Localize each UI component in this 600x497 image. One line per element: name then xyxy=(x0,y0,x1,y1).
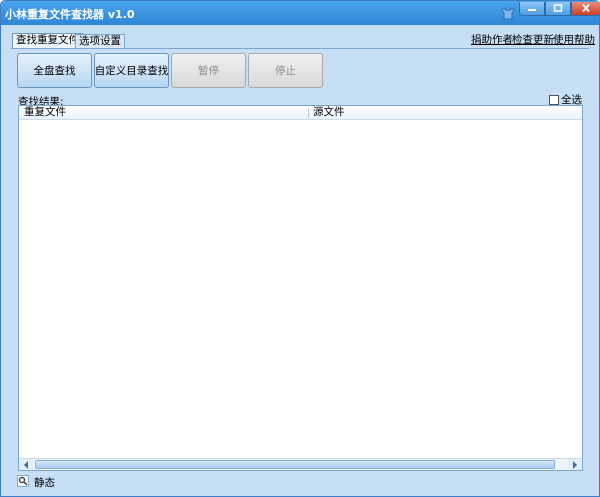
column-header-source[interactable]: 源文件 xyxy=(313,106,345,120)
close-icon xyxy=(581,2,591,15)
close-button[interactable] xyxy=(571,2,600,16)
minimize-icon xyxy=(527,2,537,15)
results-list[interactable]: 重复文件 源文件 xyxy=(18,105,583,471)
window-controls xyxy=(519,2,600,16)
window-title: 小林重复文件查找器 v1.0 xyxy=(5,8,135,21)
tab-find-duplicates[interactable]: 查找重复文件 xyxy=(12,33,83,49)
scrollbar-thumb[interactable] xyxy=(35,460,555,469)
status-bar: 静态 xyxy=(17,474,55,490)
column-header-duplicate[interactable]: 重复文件 xyxy=(24,106,66,120)
checkbox-box[interactable] xyxy=(549,94,559,105)
custom-dir-button[interactable]: 自定义目录查找 xyxy=(94,53,169,88)
check-update-link[interactable]: 检查更新 xyxy=(512,32,554,47)
title-bar[interactable]: 小林重复文件查找器 v1.0 xyxy=(1,1,600,25)
scan-all-button[interactable]: 全盘查找 xyxy=(17,53,92,88)
tab-options[interactable]: 选项设置 xyxy=(75,34,125,48)
status-text: 静态 xyxy=(34,476,55,489)
magnifier-icon xyxy=(17,474,29,490)
tab-divider xyxy=(11,48,589,49)
maximize-icon xyxy=(553,2,563,15)
skin-icon[interactable] xyxy=(500,5,516,21)
pause-button[interactable]: 暂停 xyxy=(171,53,246,88)
horizontal-scrollbar[interactable] xyxy=(19,458,582,470)
column-separator[interactable] xyxy=(308,108,309,118)
scroll-left-icon[interactable] xyxy=(19,459,33,470)
stop-button[interactable]: 停止 xyxy=(248,53,323,88)
scroll-right-icon[interactable] xyxy=(568,459,582,470)
list-header: 重复文件 源文件 xyxy=(19,106,582,120)
donate-link[interactable]: 捐助作者 xyxy=(471,32,513,47)
help-link[interactable]: 使用帮助 xyxy=(553,32,595,47)
maximize-button[interactable] xyxy=(545,2,571,16)
app-window: 小林重复文件查找器 v1.0 查找重复文件 选项设置 捐助作者 检查更新 使用帮… xyxy=(0,0,600,497)
minimize-button[interactable] xyxy=(519,2,545,16)
